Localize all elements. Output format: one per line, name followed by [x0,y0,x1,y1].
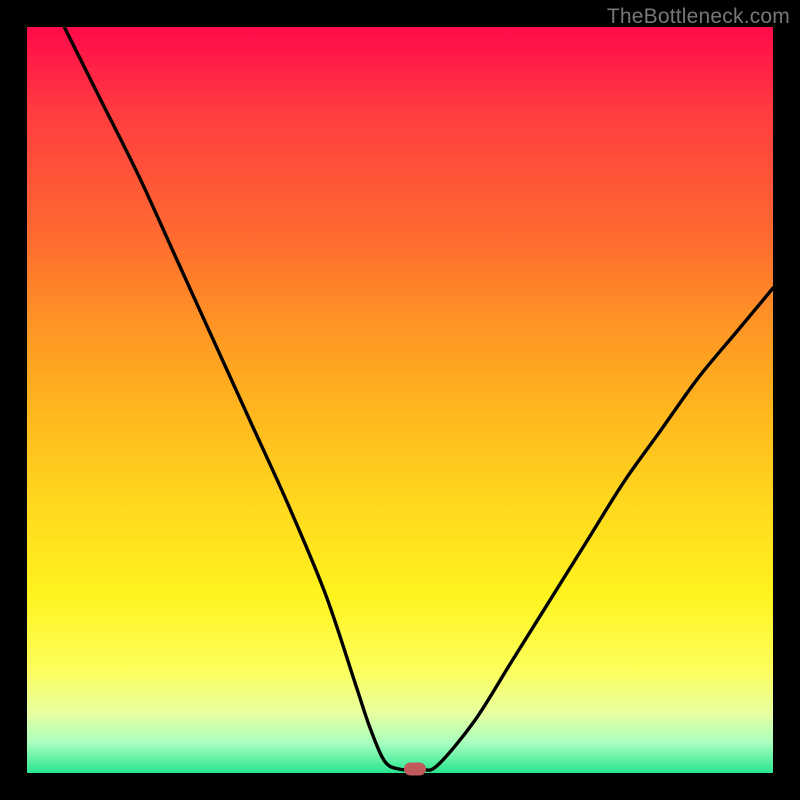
curve-svg [27,27,773,773]
watermark-text: TheBottleneck.com [607,5,790,29]
bottleneck-curve [64,27,773,770]
plot-area [27,27,773,773]
chart-frame: TheBottleneck.com [0,0,800,800]
min-point-marker [404,763,426,776]
